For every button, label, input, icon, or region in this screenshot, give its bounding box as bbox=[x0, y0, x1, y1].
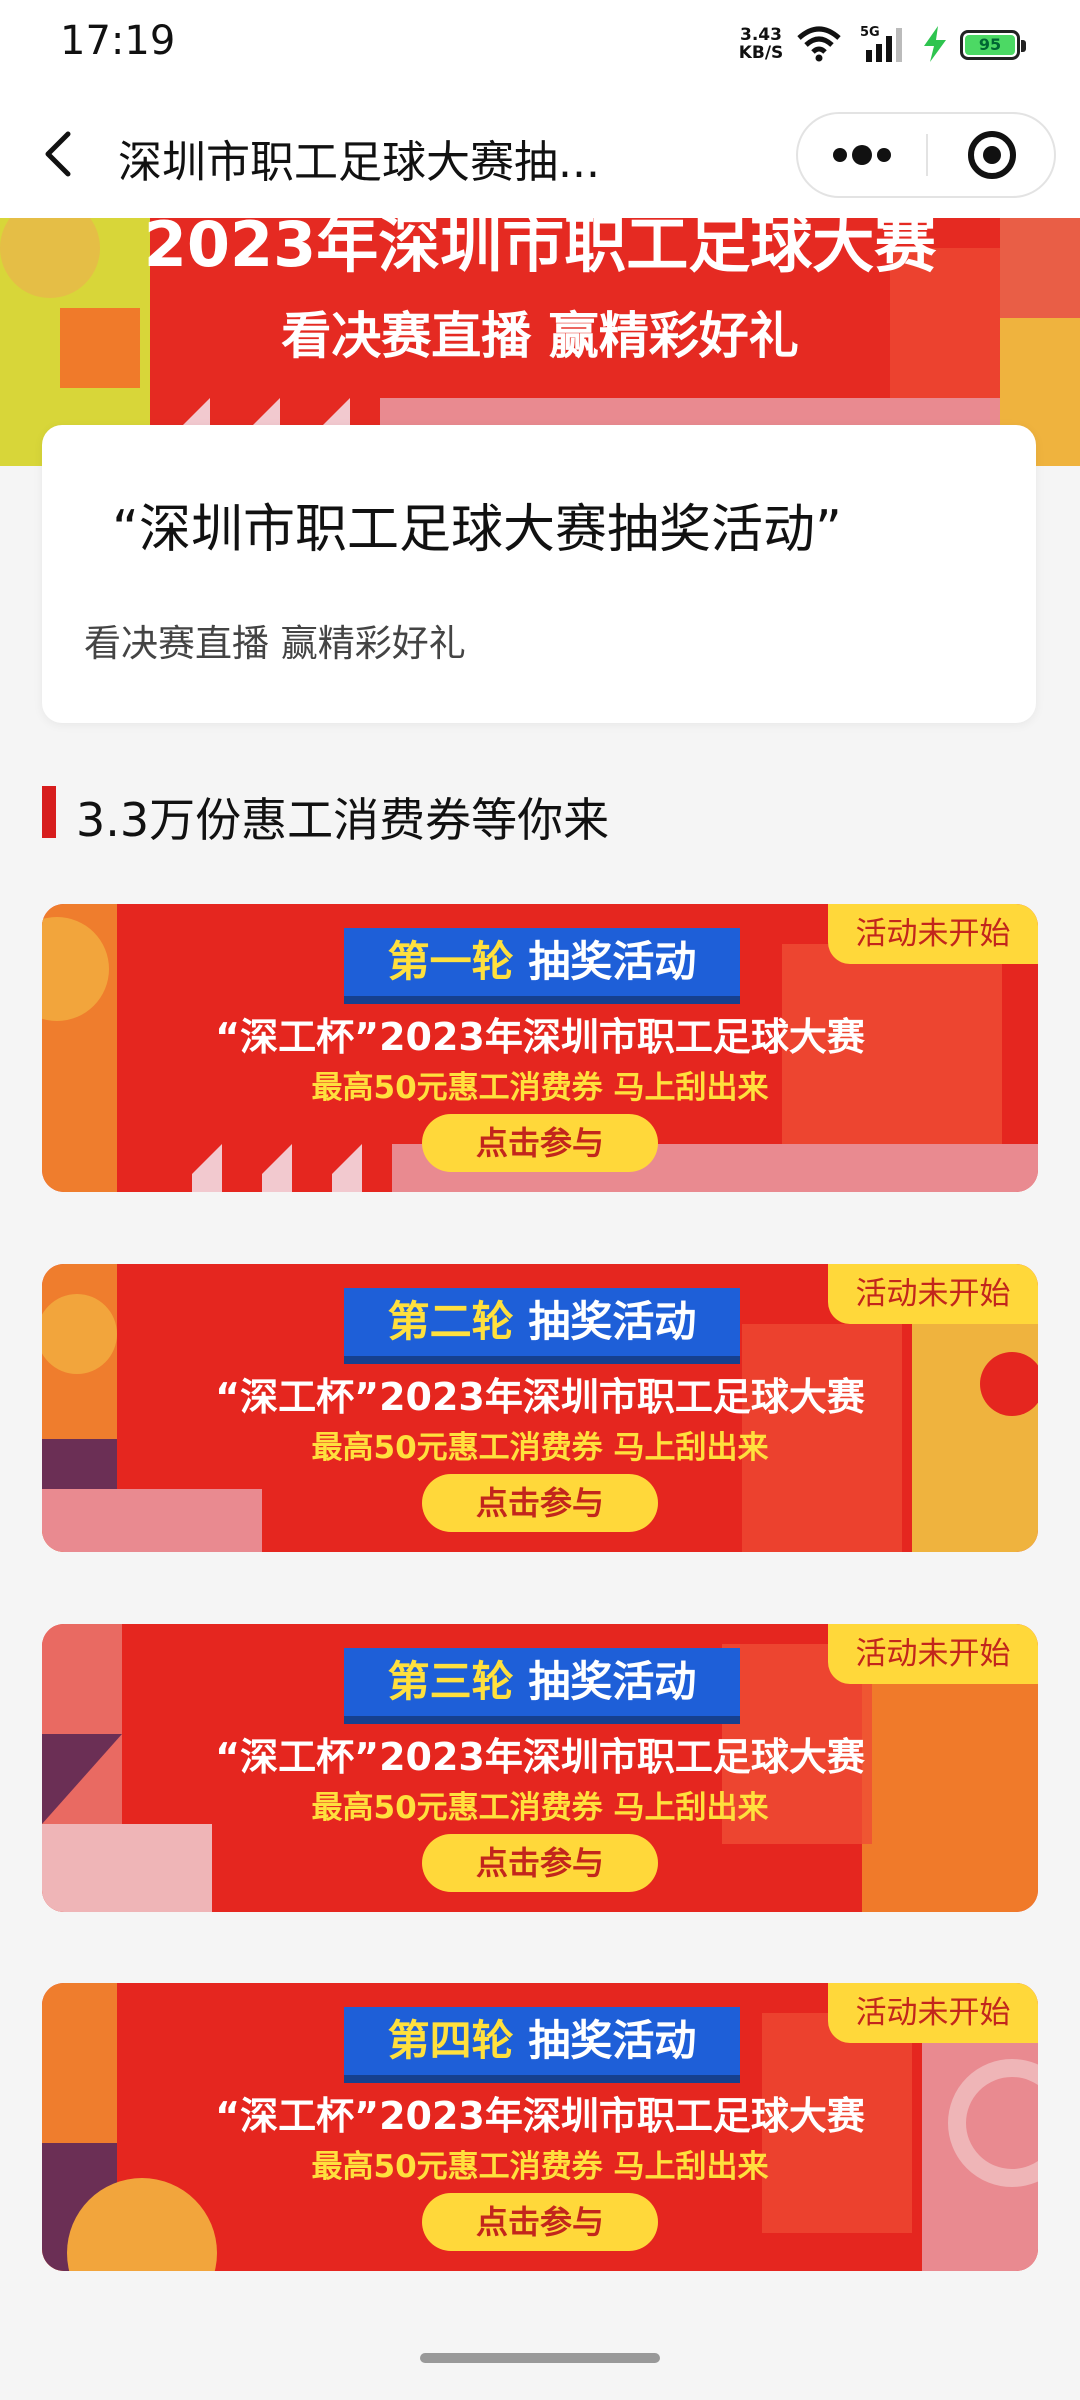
round-label: 抽奖活动 bbox=[528, 1657, 697, 1706]
lottery-card-round-4[interactable]: 活动未开始 第四轮 抽奖活动 “深工杯”2023年深圳市职工足球大赛 最高50元… bbox=[42, 1983, 1038, 2271]
lottery-card-round-1[interactable]: 活动未开始 第一轮 抽奖活动 “深工杯”2023年深圳市职工足球大赛 最高50元… bbox=[42, 904, 1038, 1192]
join-button[interactable]: 点击参与 bbox=[422, 1834, 658, 1892]
round-pill: 第四轮 抽奖活动 bbox=[344, 2007, 740, 2075]
close-miniprogram-icon bbox=[968, 131, 1016, 179]
card-subline: 最高50元惠工消费券 马上刮出来 bbox=[311, 1790, 769, 1826]
network-speed-unit: KB/S bbox=[738, 43, 784, 63]
charging-icon bbox=[922, 26, 948, 66]
join-button[interactable]: 点击参与 bbox=[422, 1114, 658, 1172]
miniprogram-capsule bbox=[796, 112, 1056, 198]
round-pill: 第三轮 抽奖活动 bbox=[344, 1648, 740, 1716]
status-bar: 17:19 3.43 KB/S 5G 95 bbox=[0, 0, 1080, 90]
activity-status-tag: 活动未开始 bbox=[828, 1624, 1038, 1684]
card-headline: “深工杯”2023年深圳市职工足球大赛 bbox=[215, 1375, 865, 1419]
page-title: 深圳市职工足球大赛抽... bbox=[118, 137, 600, 188]
card-subline: 最高50元惠工消费券 马上刮出来 bbox=[311, 2149, 769, 2185]
round-number: 第一轮 bbox=[387, 937, 514, 986]
hero-title: 2023年深圳市职工足球大赛 bbox=[143, 218, 937, 281]
wifi-icon bbox=[796, 24, 842, 68]
hero-subtitle: 看决赛直播 赢精彩好礼 bbox=[281, 307, 799, 365]
lottery-card-round-2[interactable]: 活动未开始 第二轮 抽奖活动 “深工杯”2023年深圳市职工足球大赛 最高50元… bbox=[42, 1264, 1038, 1552]
card-subline: 最高50元惠工消费券 马上刮出来 bbox=[311, 1070, 769, 1106]
signal-icon: 5G bbox=[860, 24, 908, 68]
card-subline: 最高50元惠工消费券 马上刮出来 bbox=[311, 1430, 769, 1466]
battery-level: 95 bbox=[965, 35, 1015, 55]
signal-label: 5G bbox=[860, 25, 880, 40]
round-number: 第二轮 bbox=[387, 1297, 514, 1346]
activity-title: “深圳市职工足球大赛抽奖活动” bbox=[112, 500, 842, 560]
join-button[interactable]: 点击参与 bbox=[422, 1474, 658, 1532]
close-miniprogram-button[interactable] bbox=[928, 114, 1056, 196]
round-number: 第三轮 bbox=[387, 1657, 514, 1706]
battery-icon: 95 bbox=[960, 30, 1026, 60]
activity-subtitle: 看决赛直播 赢精彩好礼 bbox=[84, 622, 466, 665]
network-speed: 3.43 KB/S bbox=[735, 26, 787, 62]
round-label: 抽奖活动 bbox=[528, 2016, 697, 2065]
round-label: 抽奖活动 bbox=[528, 1297, 697, 1346]
card-headline: “深工杯”2023年深圳市职工足球大赛 bbox=[215, 1735, 865, 1779]
more-button[interactable] bbox=[798, 114, 926, 196]
card-headline: “深工杯”2023年深圳市职工足球大赛 bbox=[215, 2094, 865, 2138]
activity-status-tag: 活动未开始 bbox=[828, 1264, 1038, 1324]
join-button[interactable]: 点击参与 bbox=[422, 2193, 658, 2251]
back-arrow-icon bbox=[45, 131, 71, 177]
round-number: 第四轮 bbox=[387, 2016, 514, 2065]
section-title: 3.3万份惠工消费券等你来 bbox=[76, 793, 610, 847]
activity-info-card: “深圳市职工足球大赛抽奖活动” 看决赛直播 赢精彩好礼 bbox=[42, 425, 1036, 723]
more-dots-icon bbox=[833, 145, 891, 165]
network-speed-value: 3.43 bbox=[740, 25, 782, 45]
status-time: 17:19 bbox=[60, 18, 176, 64]
home-indicator[interactable] bbox=[420, 2353, 660, 2363]
nav-bar: 深圳市职工足球大赛抽... bbox=[0, 90, 1080, 218]
back-button[interactable] bbox=[30, 120, 90, 188]
round-pill: 第二轮 抽奖活动 bbox=[344, 1288, 740, 1356]
section-marker bbox=[42, 786, 56, 838]
lottery-card-round-3[interactable]: 活动未开始 第三轮 抽奖活动 “深工杯”2023年深圳市职工足球大赛 最高50元… bbox=[42, 1624, 1038, 1912]
activity-status-tag: 活动未开始 bbox=[828, 1983, 1038, 2043]
activity-status-tag: 活动未开始 bbox=[828, 904, 1038, 964]
round-label: 抽奖活动 bbox=[528, 937, 697, 986]
card-headline: “深工杯”2023年深圳市职工足球大赛 bbox=[215, 1015, 865, 1059]
round-pill: 第一轮 抽奖活动 bbox=[344, 928, 740, 996]
